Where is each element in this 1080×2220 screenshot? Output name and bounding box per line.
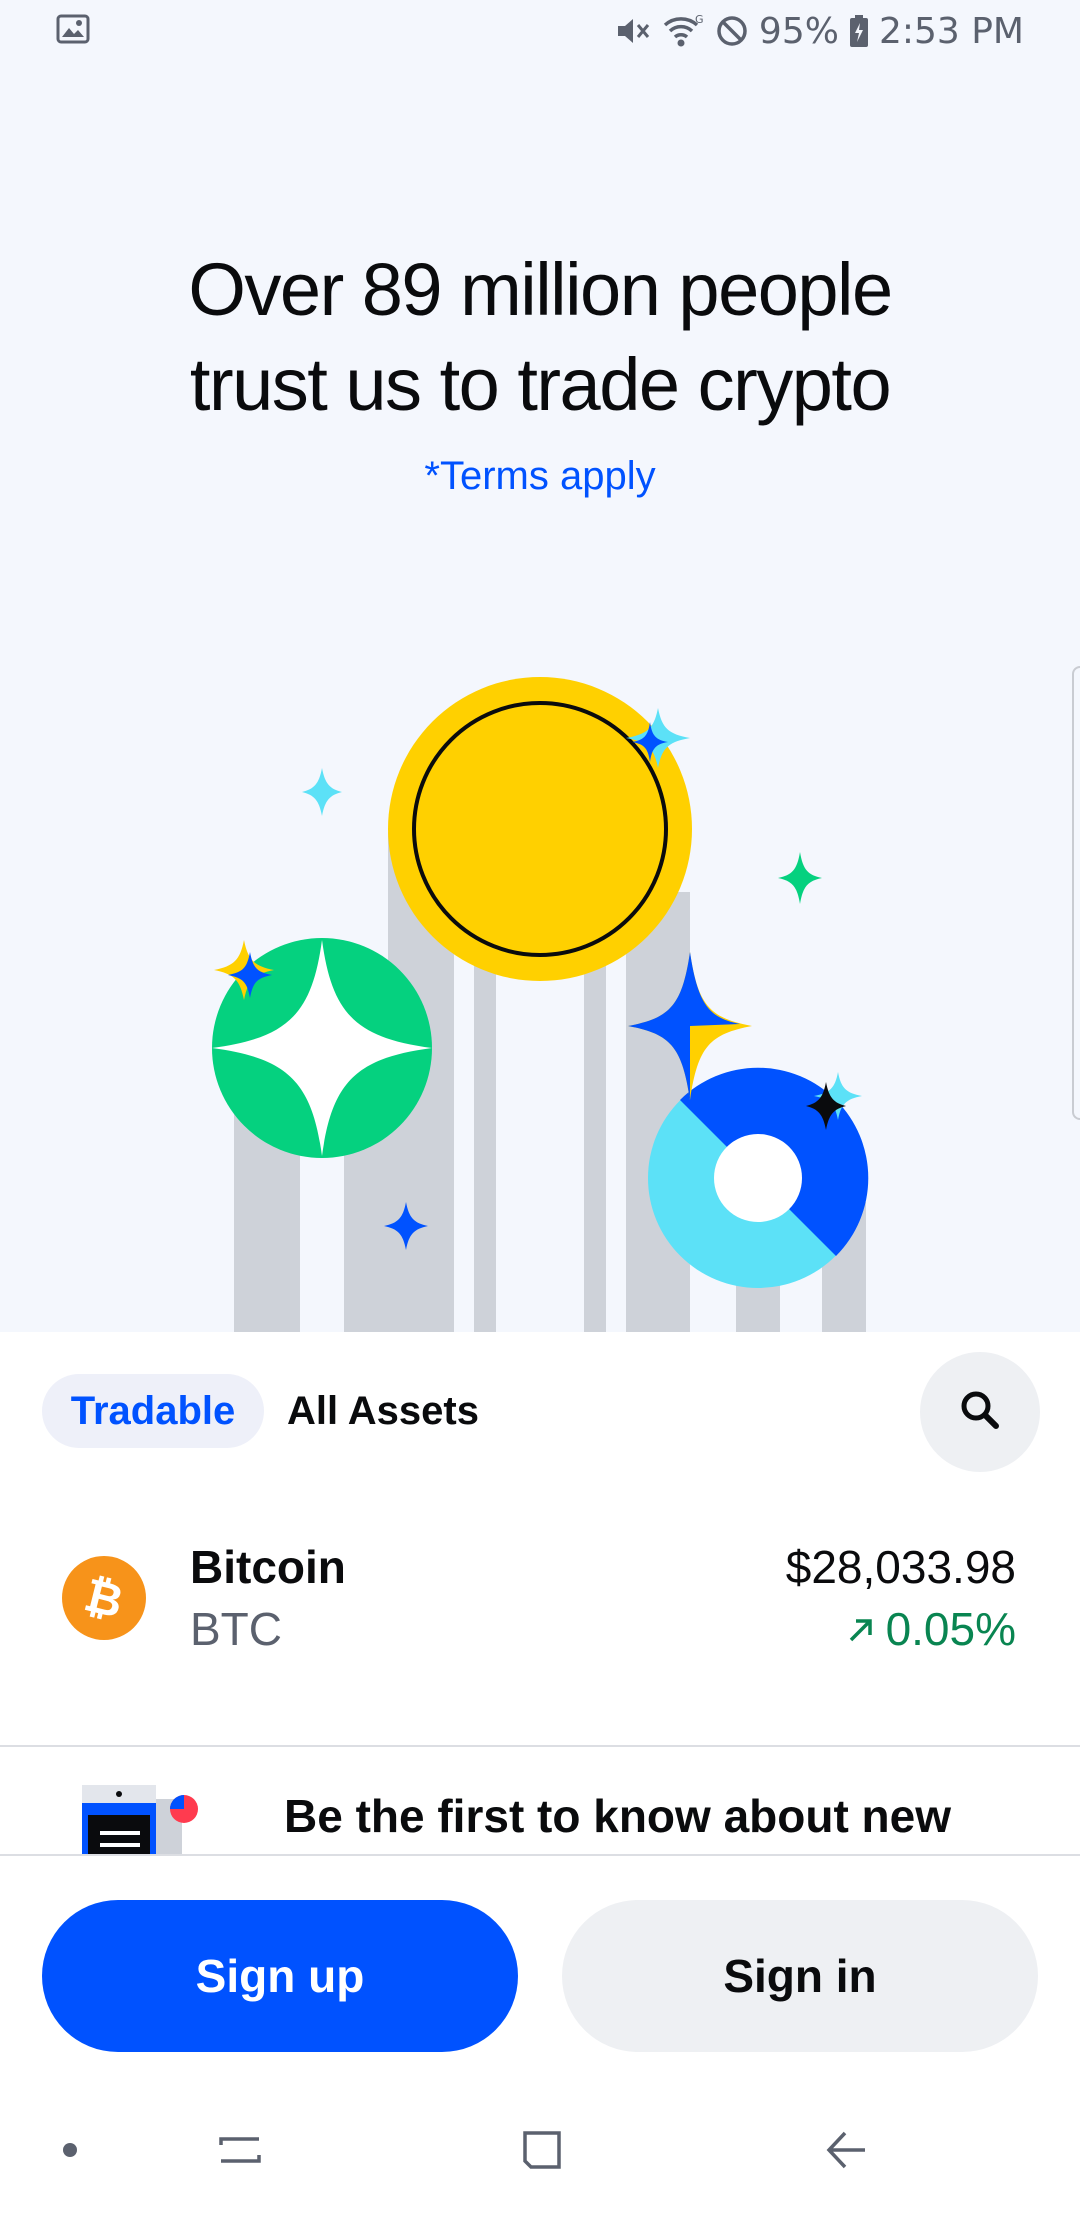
- bitcoin-icon: ₿: [62, 1556, 146, 1640]
- terms-apply-link[interactable]: *Terms apply: [0, 454, 1080, 499]
- clock: 2:53 PM: [878, 10, 1024, 52]
- recents-icon[interactable]: [210, 2120, 270, 2180]
- mute-icon: [615, 14, 651, 48]
- battery-icon: [849, 14, 869, 48]
- system-nav-bar: [0, 2080, 1080, 2220]
- tab-tradable[interactable]: Tradable: [42, 1374, 264, 1448]
- headline-line-2: trust us to trade crypto: [189, 343, 892, 426]
- back-icon[interactable]: [816, 2120, 876, 2180]
- status-bar: G 95% 2:53 PM: [0, 0, 1080, 62]
- notification-device-icon: [80, 1785, 204, 1855]
- battery-percent: 95%: [758, 10, 839, 52]
- home-icon[interactable]: [512, 2120, 572, 2180]
- page-title: Over 89 million people trust us to trade…: [0, 242, 1080, 432]
- hero-section: Over 89 million people trust us to trade…: [0, 62, 1080, 1332]
- asset-price: $28,033.98: [785, 1541, 1016, 1593]
- svg-text:G: G: [695, 13, 704, 26]
- promo-banner[interactable]: Be the first to know about new: [0, 1747, 1080, 1855]
- wifi-icon: G: [661, 13, 705, 49]
- sign-up-button[interactable]: Sign up: [42, 1900, 518, 2052]
- asset-row-bitcoin[interactable]: ₿ Bitcoin BTC $28,033.98 0.05%: [0, 1492, 1080, 1746]
- asset-change: 0.05%: [846, 1602, 1016, 1656]
- arrow-up-right-icon: [846, 1602, 876, 1656]
- search-button[interactable]: [920, 1352, 1040, 1472]
- do-not-disturb-icon: [715, 14, 749, 48]
- dot-icon[interactable]: [40, 2120, 100, 2180]
- auth-actions: Sign up Sign in: [0, 1856, 1080, 2080]
- headline-line-1: Over 89 million people: [188, 248, 893, 331]
- asset-symbol: BTC: [190, 1603, 282, 1655]
- image-icon: [56, 14, 90, 49]
- asset-name: Bitcoin: [190, 1541, 346, 1593]
- search-icon: [959, 1389, 1001, 1436]
- tab-all-assets[interactable]: All Assets: [268, 1374, 498, 1448]
- edge-panel-handle[interactable]: [1072, 666, 1080, 1120]
- asset-tabs: Tradable All Assets: [0, 1332, 1080, 1492]
- promo-text: Be the first to know about new: [284, 1790, 952, 1842]
- sign-in-button[interactable]: Sign in: [562, 1900, 1038, 2052]
- asset-change-value: 0.05%: [885, 1603, 1016, 1655]
